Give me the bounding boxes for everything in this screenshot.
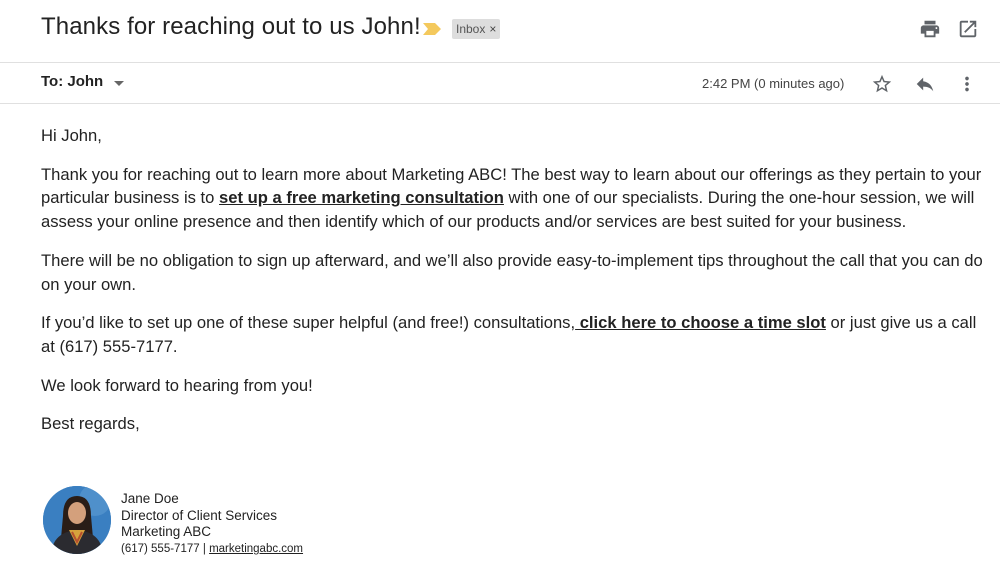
signature-contact: (617) 555-7177 | marketingabc.com (121, 541, 303, 557)
website-link[interactable]: marketingabc.com (209, 543, 303, 555)
avatar-photo (43, 486, 111, 554)
paragraph-text: If you’d like to set up one of these sup… (41, 313, 576, 333)
signature-text: Jane Doe Director of Client Services Mar… (121, 491, 303, 557)
timestamp: 2:42 PM (0 minutes ago) (702, 76, 845, 91)
star-icon[interactable] (871, 73, 893, 95)
paragraph-consultation: Thank you for reaching out to learn more… (41, 163, 986, 234)
signature-separator: | (202, 542, 206, 555)
paragraph-time-slot: If you’d like to set up one of these sup… (41, 311, 986, 358)
paragraph-no-obligation: There will be no obligation to sign up a… (41, 250, 983, 294)
email-subject: Thanks for reaching out to us John! (41, 13, 421, 40)
chevron-down-icon[interactable] (113, 80, 125, 88)
signature-title: Director of Client Services (121, 507, 278, 523)
greeting: Hi John, (41, 126, 102, 145)
time-slot-link[interactable]: click here to choose a time slot (575, 313, 826, 332)
paragraph-look-forward: We look forward to hearing from you! (41, 375, 313, 395)
email-signature: Jane Doe Director of Client Services Mar… (43, 486, 443, 556)
importance-marker-icon[interactable] (423, 23, 441, 35)
message-header: To: John 2:42 PM (0 minutes ago) (0, 63, 1000, 104)
message-body: Hi John, Thank you for reaching out to l… (41, 124, 986, 451)
reply-icon[interactable] (914, 73, 936, 95)
closing: Best regards, (41, 414, 140, 434)
signature-phone: (617) 555-7177 (121, 542, 200, 555)
avatar (43, 486, 111, 554)
more-vert-icon[interactable] (956, 73, 978, 95)
open-in-new-window-icon[interactable] (957, 18, 979, 40)
print-icon[interactable] (919, 18, 941, 40)
remove-label-button[interactable]: × (489, 22, 496, 36)
subject-bar: Thanks for reaching out to us John! Inbo… (0, 0, 1000, 63)
inbox-label-text: Inbox (456, 22, 486, 36)
consultation-link[interactable]: set up a free marketing consultation (219, 188, 504, 207)
signature-company: Marketing ABC (121, 524, 212, 540)
recipient-line: To: John (41, 73, 104, 90)
signature-name: Jane Doe (121, 491, 179, 506)
inbox-label: Inbox × (452, 19, 501, 39)
